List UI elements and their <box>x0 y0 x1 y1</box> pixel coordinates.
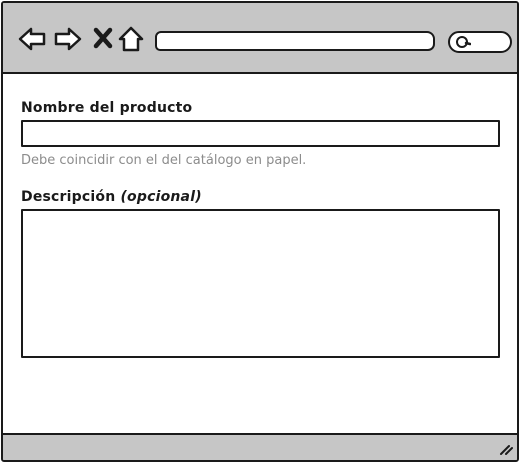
forward-arrow-icon[interactable] <box>53 24 83 54</box>
back-arrow-icon[interactable] <box>17 24 47 54</box>
product-name-helper-text: Debe coincidir con el del catálogo en pa… <box>21 153 307 168</box>
address-bar[interactable] <box>155 31 435 51</box>
description-label: Descripción (opcional) <box>21 189 202 205</box>
product-name-input[interactable] <box>21 120 500 147</box>
close-x-icon[interactable] <box>91 24 115 54</box>
resize-grip-icon[interactable] <box>497 440 513 456</box>
optional-hint: (opcional) <box>120 189 202 205</box>
home-icon[interactable] <box>117 24 145 54</box>
search-box[interactable] <box>448 31 512 53</box>
status-bar <box>3 433 517 460</box>
magnifier-icon <box>456 36 471 48</box>
product-name-label: Nombre del producto <box>21 100 193 116</box>
form-area: Nombre del producto Debe coincidir con e… <box>3 76 517 432</box>
browser-toolbar <box>3 3 517 74</box>
browser-window: Nombre del producto Debe coincidir con e… <box>1 1 519 462</box>
description-textarea[interactable] <box>21 209 500 358</box>
description-label-text: Descripción <box>21 189 116 205</box>
